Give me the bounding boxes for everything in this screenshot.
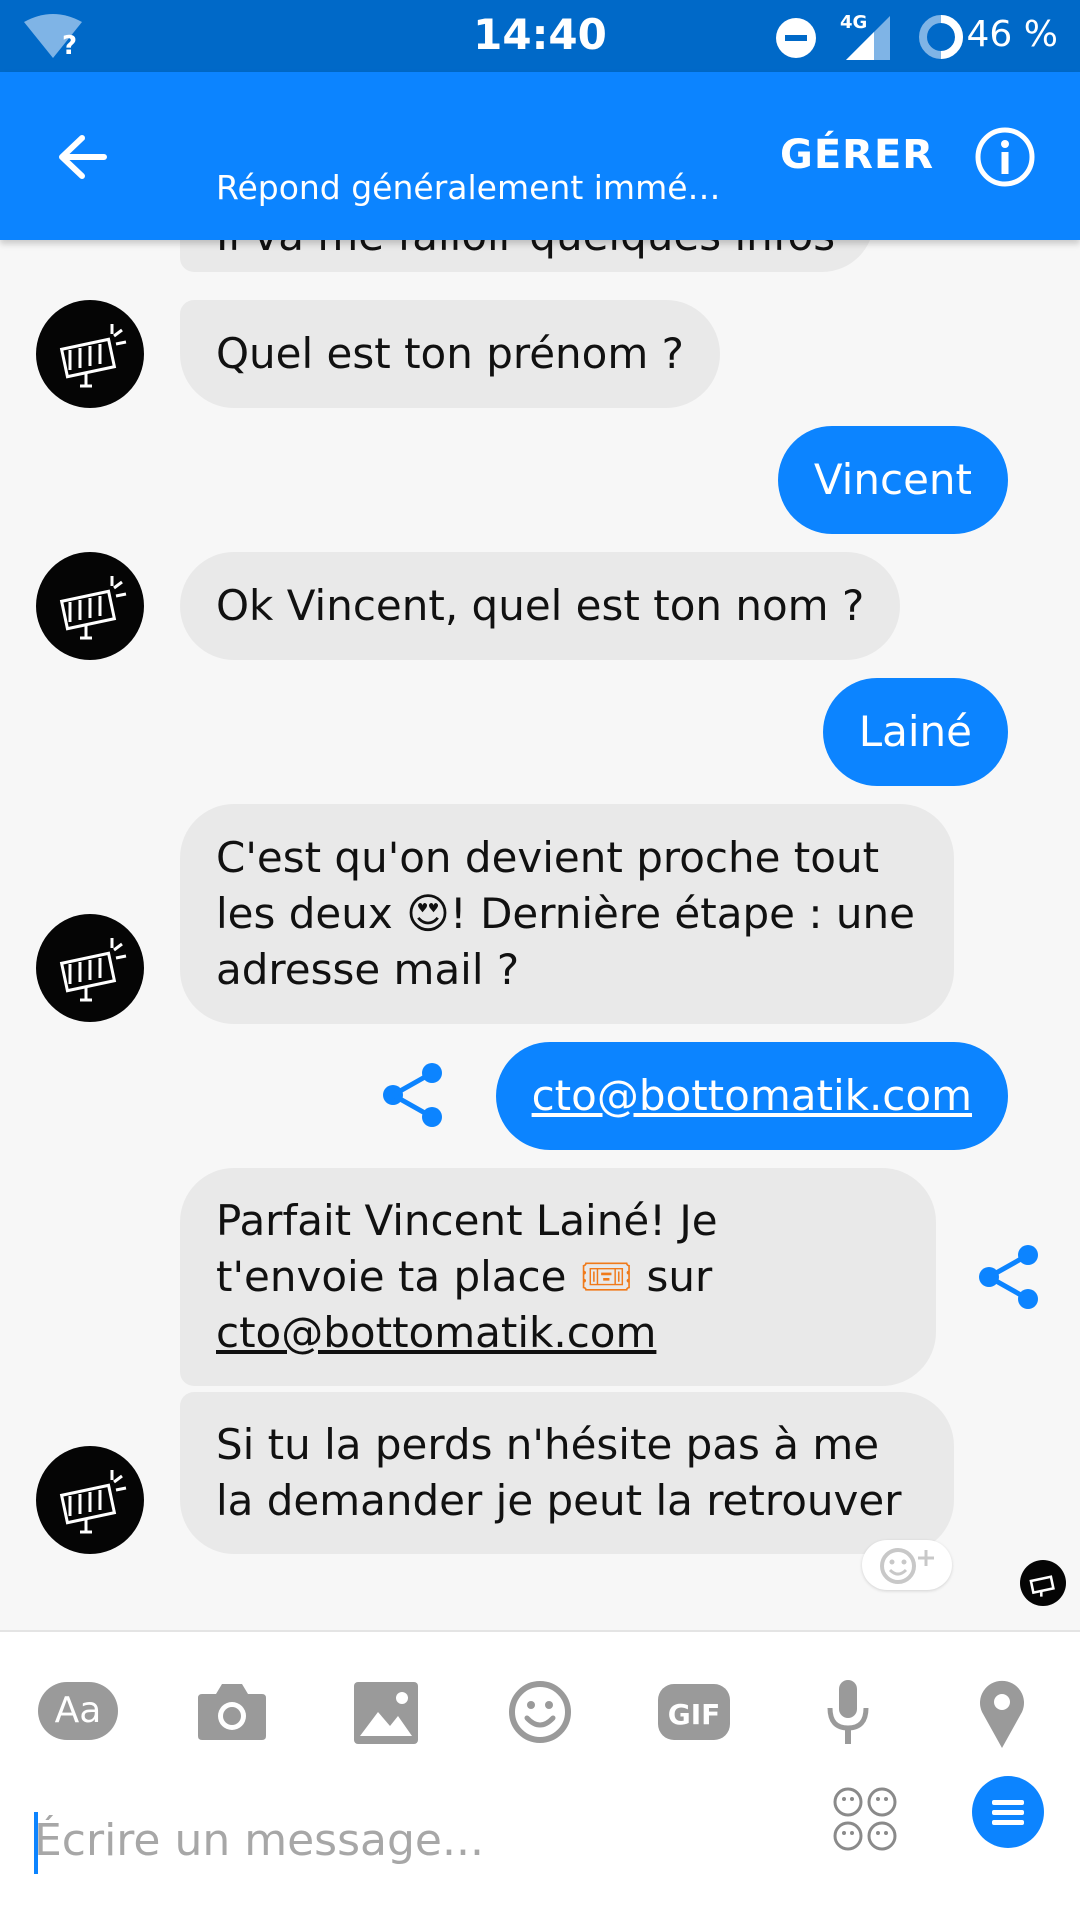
message-list[interactable]: Il va me falloir quelques infos Quel est… bbox=[0, 240, 1080, 1630]
message-text: Vincent bbox=[813, 455, 972, 504]
heart-eyes-emoji: 😍 bbox=[406, 889, 450, 938]
gif-label: GIF bbox=[668, 1698, 721, 1731]
email-link[interactable]: cto@bottomatik.com bbox=[216, 1305, 656, 1361]
user-message: Vincent bbox=[777, 426, 1008, 534]
bot-message: Quel est ton prénom ? bbox=[180, 300, 720, 408]
gif-icon[interactable]: GIF bbox=[654, 1672, 734, 1752]
info-icon[interactable] bbox=[974, 126, 1036, 188]
bot-message: Ok Vincent, quel est ton nom ? bbox=[180, 552, 901, 660]
bot-message: Si tu la perds n'hésite pas à me la dema… bbox=[180, 1392, 954, 1554]
bot-avatar[interactable] bbox=[36, 300, 144, 408]
add-reaction-button[interactable] bbox=[862, 1540, 952, 1590]
do-not-disturb-icon bbox=[776, 18, 816, 58]
bot-avatar[interactable] bbox=[36, 1446, 144, 1554]
back-arrow-icon[interactable] bbox=[48, 122, 118, 192]
message-line: C'est qu'on devient proche tout bbox=[216, 833, 880, 882]
emoji-icon[interactable] bbox=[500, 1672, 580, 1752]
message-line: t'envoie ta place 🎟 sur bbox=[216, 1252, 713, 1301]
bot-message: Parfait Vincent Lainé! Je t'envoie ta pl… bbox=[180, 1168, 936, 1386]
share-icon[interactable] bbox=[382, 1062, 444, 1128]
ticket-emoji: 🎟 bbox=[579, 1252, 634, 1301]
message-line: la demander je peut la retrouver bbox=[216, 1476, 902, 1525]
stickers-icon[interactable] bbox=[830, 1784, 900, 1854]
location-icon[interactable] bbox=[962, 1672, 1042, 1752]
user-message: Lainé bbox=[822, 678, 1008, 786]
signal-icon: 4G bbox=[840, 12, 890, 60]
message-line: adresse mail ? bbox=[216, 945, 520, 994]
composer: Aa GIF bbox=[0, 1630, 1080, 1920]
share-icon[interactable] bbox=[978, 1244, 1040, 1310]
contact-status: Répond généralement immé… bbox=[216, 168, 721, 207]
menu-icon bbox=[992, 1800, 1024, 1825]
bot-message: Il va me falloir quelques infos bbox=[180, 240, 874, 272]
bot-message: C'est qu'on devient proche tout les deux… bbox=[180, 804, 954, 1024]
camera-icon[interactable] bbox=[192, 1672, 272, 1752]
network-type-label: 4G bbox=[840, 12, 867, 33]
bot-avatar[interactable] bbox=[36, 914, 144, 1022]
message-text: Ok Vincent, quel est ton nom ? bbox=[216, 581, 865, 630]
message-line: Si tu la perds n'hésite pas à me bbox=[216, 1420, 880, 1469]
battery-percent: 46 % bbox=[966, 14, 1058, 55]
microphone-icon[interactable] bbox=[808, 1672, 888, 1752]
add-reaction-icon bbox=[880, 1548, 934, 1584]
manage-button[interactable]: GÉRER bbox=[780, 132, 934, 178]
message-line: Parfait Vincent Lainé! Je bbox=[216, 1196, 718, 1245]
conversation-header: Répond généralement immé… GÉRER bbox=[0, 72, 1080, 240]
user-message[interactable]: cto@bottomatik.com bbox=[495, 1042, 1008, 1150]
message-text: Il va me falloir quelques infos bbox=[216, 240, 835, 264]
bot-avatar[interactable] bbox=[36, 552, 144, 660]
image-icon[interactable] bbox=[346, 1672, 426, 1752]
message-input[interactable] bbox=[34, 1808, 794, 1872]
email-link[interactable]: cto@bottomatik.com bbox=[532, 1068, 972, 1124]
read-receipt-avatar bbox=[1020, 1560, 1066, 1606]
more-options-button[interactable] bbox=[972, 1776, 1044, 1848]
message-text: Quel est ton prénom ? bbox=[216, 329, 684, 378]
message-line: les deux 😍! Dernière étape : une bbox=[216, 889, 915, 938]
message-text: Lainé bbox=[858, 707, 972, 756]
status-bar: ? 14:40 4G 46 % bbox=[0, 0, 1080, 72]
text-format-label: Aa bbox=[55, 1690, 102, 1731]
battery-icon bbox=[919, 15, 963, 59]
text-format-icon[interactable]: Aa bbox=[38, 1672, 118, 1752]
